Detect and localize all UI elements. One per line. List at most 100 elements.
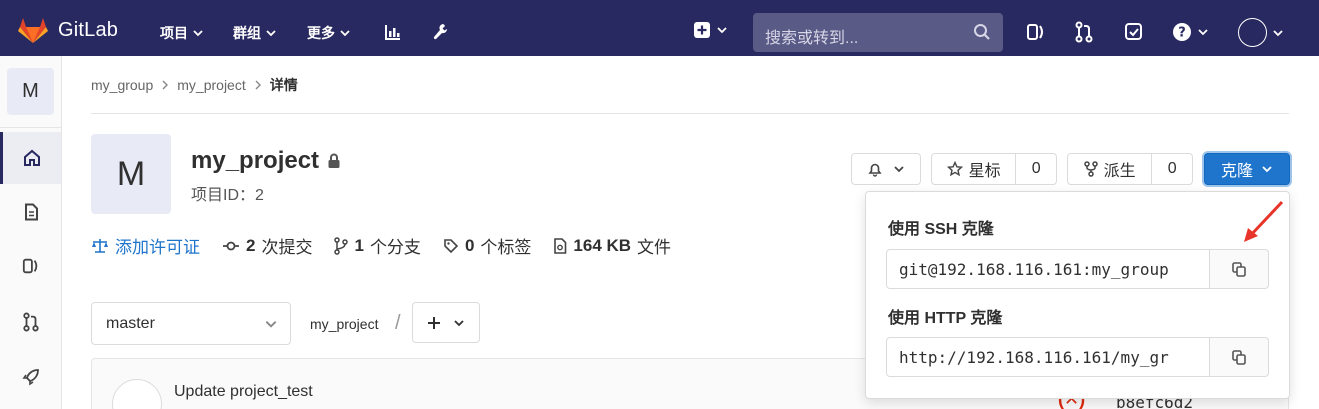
tags-count-link[interactable]: 0 个标签 <box>443 233 531 258</box>
notification-dropdown-button[interactable] <box>851 153 921 185</box>
breadcrumb-group[interactable]: my_group <box>91 77 153 93</box>
project-title: my_project <box>191 147 341 175</box>
home-icon <box>24 149 40 166</box>
document-icon <box>24 203 38 221</box>
clone-ssh-label: 使用 SSH 克隆 <box>888 221 994 238</box>
commit-icon <box>223 241 239 250</box>
copy-http-url-button[interactable] <box>1209 337 1269 377</box>
branch-selector[interactable]: master <box>91 302 291 345</box>
chevron-down-icon <box>454 319 464 326</box>
clone-label: 克隆 <box>1220 163 1253 180</box>
fork-button-group: 派生 0 <box>1067 153 1193 185</box>
chart-icon[interactable] <box>384 23 402 41</box>
project-stats: 添加许可证 2 次提交 1 个分支 0 个标签 164 KB 文件 <box>91 233 671 258</box>
chevron-down-icon[interactable] <box>1272 27 1284 39</box>
breadcrumb-current[interactable]: 详情 <box>270 75 298 95</box>
plus-square-icon <box>694 22 710 38</box>
rocket-icon <box>22 369 39 386</box>
sidebar-project-avatar[interactable]: M <box>7 68 54 115</box>
scale-icon <box>92 238 108 253</box>
fork-label: 派生 <box>1103 163 1136 180</box>
tag-icon <box>444 238 459 253</box>
add-license-link[interactable]: 添加许可证 <box>91 233 200 258</box>
branch-name: master <box>106 315 155 332</box>
chevron-down-icon <box>1262 166 1272 173</box>
sidebar-item-repository[interactable] <box>0 186 61 238</box>
bell-icon <box>868 163 882 177</box>
chevron-right-icon <box>162 80 169 90</box>
merge-request-icon[interactable] <box>1074 21 1094 43</box>
chevron-down-icon <box>894 166 904 173</box>
project-name: my_project <box>191 147 320 174</box>
chevron-down-icon <box>266 30 276 37</box>
sidebar-item-cicd[interactable] <box>0 351 61 403</box>
merge-request-icon <box>22 312 39 332</box>
nav-groups-label: 群组 <box>233 25 261 41</box>
sidebar-divider <box>0 127 61 128</box>
breadcrumb: my_group my_project 详情 <box>91 75 298 95</box>
nav-projects-label: 项目 <box>160 25 188 41</box>
storage-size-label: 文件 <box>637 238 672 257</box>
copy-icon <box>1232 262 1246 277</box>
clone-http-label: 使用 HTTP 克隆 <box>888 310 1003 327</box>
copy-ssh-url-button[interactable] <box>1209 249 1269 289</box>
annotation-arrow-icon <box>1244 200 1284 242</box>
clone-button[interactable]: 克隆 <box>1204 153 1290 185</box>
wrench-icon[interactable] <box>431 22 449 42</box>
commits-count-link[interactable]: 2 次提交 <box>222 233 312 258</box>
fork-button[interactable]: 派生 <box>1068 154 1151 184</box>
commit-title[interactable]: Update project_test <box>174 383 313 401</box>
path-separator: / <box>395 312 401 334</box>
sidebar-item-issues[interactable] <box>0 240 61 292</box>
chevron-down-icon <box>193 30 203 37</box>
nav-more-label: 更多 <box>307 25 335 41</box>
project-sidebar: M <box>0 56 62 409</box>
clone-http-url-field[interactable]: http://192.168.116.161/my_gr <box>886 337 1210 377</box>
sidebar-item-merge-requests[interactable] <box>0 296 61 348</box>
nav-groups-menu[interactable]: 群组 <box>233 23 277 43</box>
brand-name[interactable]: GitLab <box>58 19 118 42</box>
star-label: 星标 <box>968 163 1001 180</box>
breadcrumb-project[interactable]: my_project <box>177 77 245 93</box>
issues-icon <box>22 258 37 274</box>
create-new-menu[interactable] <box>693 21 728 39</box>
sidebar-item-project-overview[interactable] <box>0 132 61 184</box>
gitlab-logo-icon[interactable] <box>18 16 48 44</box>
commits-number: 2 <box>246 235 256 255</box>
help-menu[interactable]: ? <box>1172 22 1209 42</box>
search-box[interactable]: 搜索或转到... <box>753 13 1003 52</box>
fork-count[interactable]: 0 <box>1152 154 1192 184</box>
add-license-label: 添加许可证 <box>115 238 200 257</box>
chevron-down-icon <box>265 321 277 328</box>
issues-icon[interactable] <box>1026 22 1046 42</box>
breadcrumb-divider <box>91 113 1289 114</box>
tags-label: 个标签 <box>480 238 532 257</box>
nav-more-menu[interactable]: 更多 <box>307 23 351 43</box>
top-navbar: GitLab 项目 群组 更多 搜索或转到... ? <box>0 0 1319 56</box>
branches-number: 1 <box>354 235 364 255</box>
chevron-right-icon <box>255 80 261 90</box>
chevron-down-icon <box>340 30 350 37</box>
star-icon <box>946 161 963 177</box>
branches-count-link[interactable]: 1 个分支 <box>334 233 421 258</box>
file-icon <box>554 237 567 254</box>
nav-projects-menu[interactable]: 项目 <box>160 23 204 43</box>
copy-icon <box>1232 350 1246 365</box>
clone-ssh-url-field[interactable]: git@192.168.116.161:my_group <box>886 249 1210 289</box>
storage-size-link[interactable]: 164 KB 文件 <box>553 233 671 258</box>
svg-text:?: ? <box>1178 26 1186 41</box>
star-count[interactable]: 0 <box>1016 154 1056 184</box>
add-file-dropdown-button[interactable] <box>412 302 480 343</box>
repo-path-root[interactable]: my_project <box>310 316 378 332</box>
project-avatar: M <box>91 134 171 214</box>
search-placeholder: 搜索或转到... <box>765 30 859 47</box>
user-avatar[interactable] <box>1238 18 1267 47</box>
chevron-down-icon <box>1198 29 1208 36</box>
todo-check-icon[interactable] <box>1124 22 1144 42</box>
star-button[interactable]: 星标 <box>932 154 1015 184</box>
commit-author-avatar[interactable] <box>112 379 162 409</box>
plus-icon <box>428 316 440 329</box>
help-question-icon: ? <box>1173 23 1191 41</box>
lock-icon <box>328 153 340 168</box>
star-button-group: 星标 0 <box>931 153 1057 185</box>
